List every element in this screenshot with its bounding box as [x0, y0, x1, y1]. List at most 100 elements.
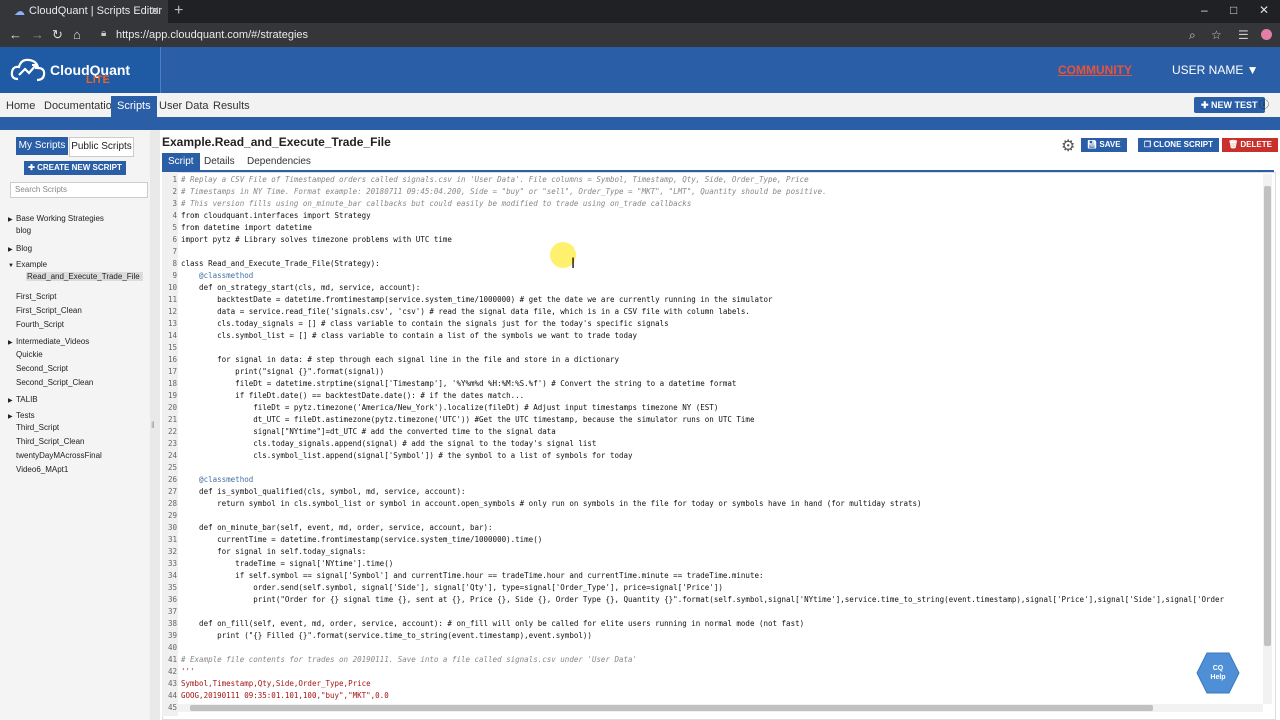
sidebar-tree-item[interactable]: Third_Script [8, 423, 59, 432]
line-number: 16 [167, 355, 177, 364]
code-line[interactable]: print("signal {}".format(signal)) [181, 367, 384, 376]
address-bar[interactable]: https://app.cloudquant.com/#/strategies [116, 29, 308, 41]
sidebar-tree-item[interactable]: Second_Script_Clean [8, 378, 93, 387]
clone-script-button[interactable]: ❐ CLONE SCRIPT [1138, 138, 1219, 152]
code-line[interactable]: order.send(self.symbol, signal['Side'], … [181, 583, 723, 592]
horizontal-scroll-thumb[interactable] [190, 705, 1153, 711]
minimize-icon[interactable]: – [1201, 3, 1208, 17]
code-line[interactable]: tradeTime = signal['NYtime'].time() [181, 559, 393, 568]
new-tab-icon[interactable]: + [174, 2, 183, 20]
tab-details[interactable]: Details [198, 153, 241, 170]
code-line[interactable]: ''' [181, 667, 195, 676]
code-line[interactable]: def on_minute_bar(self, event, md, order… [181, 523, 493, 532]
maximize-icon[interactable]: □ [1230, 3, 1237, 17]
bookmark-star-icon[interactable]: ☆ [1211, 28, 1222, 42]
sidebar-tree-item[interactable]: First_Script [8, 292, 56, 301]
nav-scripts[interactable]: Scripts [111, 96, 157, 117]
sidebar-tree-item[interactable]: ▼ Example [8, 260, 47, 269]
line-number: 11 [167, 295, 177, 304]
sidebar-tree-item[interactable]: First_Script_Clean [8, 306, 82, 315]
extension-icon[interactable]: ☰ [1238, 28, 1249, 42]
code-line[interactable]: if self.symbol == signal['Symbol'] and c… [181, 571, 763, 580]
code-line[interactable]: fileDt = datetime.strptime(signal['Times… [181, 379, 736, 388]
profile-avatar[interactable] [1261, 29, 1272, 40]
nav-home[interactable]: Home [0, 97, 41, 115]
code-line[interactable]: for signal in self.today_signals: [181, 547, 366, 556]
reload-icon[interactable]: ↻ [52, 27, 63, 43]
my-scripts-tab[interactable]: My Scripts [16, 137, 68, 155]
code-line[interactable]: cls.symbol_list.append(signal['Symbol'])… [181, 451, 632, 460]
code-line[interactable]: data = service.read_file('signals.csv', … [181, 307, 750, 316]
code-line[interactable]: return symbol in cls.symbol_list or symb… [181, 499, 921, 508]
code-line[interactable]: from datetime import datetime [181, 223, 312, 232]
nav-results[interactable]: Results [207, 97, 256, 115]
sidebar-tree-item[interactable]: ▶ Tests [8, 411, 35, 420]
sidebar-tree-item[interactable]: Read_and_Execute_Trade_File [26, 272, 143, 281]
code-line[interactable]: @classmethod [181, 271, 253, 280]
code-line[interactable]: cls.symbol_list = [] # class variable to… [181, 331, 637, 340]
code-line[interactable]: from cloudquant.interfaces import Strate… [181, 211, 371, 220]
code-line[interactable]: @classmethod [181, 475, 253, 484]
sidebar-tree-item[interactable]: Fourth_Script [8, 320, 64, 329]
sidebar-tree-item[interactable]: Video6_MApt1 [8, 465, 68, 474]
forward-icon[interactable]: → [31, 27, 44, 42]
code-line[interactable]: # Timestamps in NY Time. Format example:… [181, 187, 827, 196]
code-line[interactable]: backtestDate = datetime.fromtimestamp(se… [181, 295, 772, 304]
search-scripts-input[interactable]: Search Scripts [10, 182, 148, 198]
cloudquant-logo-icon[interactable] [10, 55, 46, 85]
code-line[interactable]: # This version fills using on_minute_bar… [181, 199, 691, 208]
code-line[interactable]: signal["NYtime"]=dt_UTC # add the conver… [181, 427, 556, 436]
code-line[interactable]: dt_UTC = fileDt.astimezone(pytz.timezone… [181, 415, 754, 424]
code-line[interactable]: currentTime = datetime.fromtimestamp(ser… [181, 535, 542, 544]
vertical-scroll-thumb[interactable] [1264, 186, 1271, 646]
code-line[interactable]: print("Order for {} signal time {}, sent… [181, 595, 1224, 604]
close-window-icon[interactable]: ✕ [1259, 3, 1269, 17]
create-script-button[interactable]: ✚ CREATE NEW SCRIPT [24, 161, 126, 175]
delete-button[interactable]: 🗑︎ DELETE [1222, 138, 1278, 152]
tab-script[interactable]: Script [162, 153, 200, 170]
sidebar-tree-item[interactable]: Third_Script_Clean [8, 437, 84, 446]
code-line[interactable]: def on_fill(self, event, md, order, serv… [181, 619, 804, 628]
close-tab-icon[interactable]: ✕ [150, 4, 160, 18]
code-line[interactable]: class Read_and_Execute_Trade_File(Strate… [181, 259, 380, 268]
back-icon[interactable]: ← [9, 27, 22, 42]
zoom-icon[interactable]: ⌕ [1189, 28, 1196, 43]
public-scripts-tab[interactable]: Public Scripts [69, 137, 134, 157]
sidebar-tree-item[interactable]: Quickie [8, 350, 43, 359]
new-test-button[interactable]: ✚ NEW TEST [1194, 97, 1265, 113]
sidebar-tree-item[interactable]: ▶ Blog [8, 244, 32, 253]
sidebar-tree-item[interactable]: ▶ Intermediate_Videos [8, 337, 89, 346]
code-line[interactable]: # Replay a CSV File of Timestamped order… [181, 175, 809, 184]
community-link[interactable]: COMMUNITY [1058, 63, 1132, 77]
sidebar-resize-handle[interactable]: ‖ [151, 420, 155, 430]
code-line[interactable]: fileDt = pytz.timezone('America/New_York… [181, 403, 718, 412]
code-line[interactable]: GOOG,20190111 09:35:01.101,100,"buy","MK… [181, 691, 389, 700]
sidebar-tree-item[interactable]: ▶ TALIB [8, 395, 38, 404]
sidebar-tree-item[interactable]: blog [8, 226, 31, 235]
code-line[interactable]: cls.today_signals.append(signal) # add t… [181, 439, 596, 448]
sidebar-tree-item[interactable]: Second_Script [8, 364, 68, 373]
code-line[interactable]: cls.today_signals = [] # class variable … [181, 319, 669, 328]
sidebar-tree-item[interactable]: ▶ Base Working Strategies [8, 214, 104, 223]
info-icon[interactable]: ⓘ [1259, 96, 1269, 111]
code-line[interactable]: print ("{} Filled {}".format(service.tim… [181, 631, 592, 640]
sidebar-tree-item[interactable]: twentyDayMAcrossFinal [8, 451, 102, 460]
line-number: 19 [167, 391, 177, 400]
help-button[interactable]: CQ Help [1205, 664, 1231, 682]
code-line[interactable]: def is_symbol_qualified(cls, symbol, md,… [181, 487, 465, 496]
nav-user-data[interactable]: User Data [153, 97, 215, 115]
tab-dependencies[interactable]: Dependencies [241, 153, 317, 170]
code-line[interactable]: if fileDt.date() == backtestDate.date():… [181, 391, 524, 400]
code-line[interactable]: for signal in data: # step through each … [181, 355, 619, 364]
code-line[interactable]: def on_strategy_start(cls, md, service, … [181, 283, 420, 292]
code-line[interactable]: # Example file contents for trades on 20… [181, 655, 637, 664]
line-number: 26 [167, 475, 177, 484]
browser-tab[interactable]: ☁ CloudQuant | Scripts Editor ✕ [0, 0, 168, 23]
code-line[interactable]: import pytz # Library solves timezone pr… [181, 235, 452, 244]
line-number: 41 [167, 655, 177, 664]
code-line[interactable]: Symbol,Timestamp,Qty,Side,Order_Type,Pri… [181, 679, 371, 688]
save-button[interactable]: 💾︎ SAVE [1081, 138, 1127, 152]
gear-icon[interactable]: ⚙ [1061, 136, 1075, 156]
home-icon[interactable]: ⌂ [73, 27, 81, 42]
user-menu[interactable]: USER NAME ▼ [1172, 63, 1259, 77]
